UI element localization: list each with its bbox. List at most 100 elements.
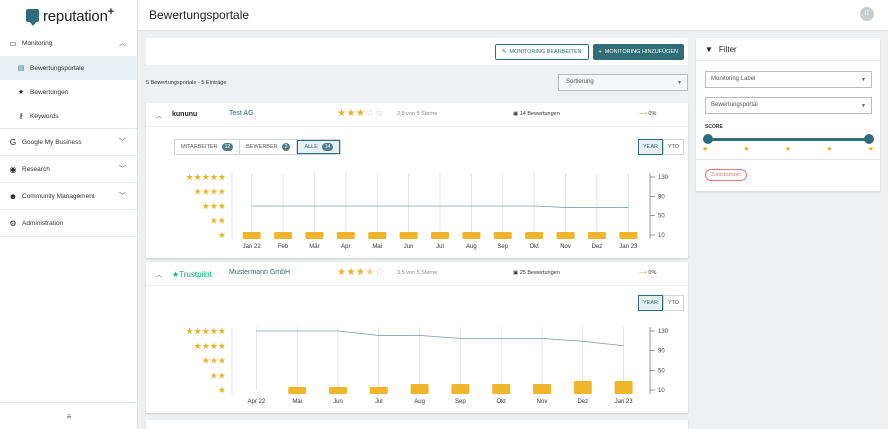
tab-count: 2 [281, 143, 291, 151]
bar [492, 384, 511, 394]
divider [696, 159, 880, 160]
chevron-down-icon: ﹀ [119, 193, 126, 200]
x-tick-label: Dez [577, 399, 588, 405]
y-tick-label: 90 [658, 349, 665, 355]
star-level-label: ★★ [210, 371, 226, 381]
sort-select-value: Sortierung [566, 79, 594, 85]
range-ytd-button[interactable]: YTD [663, 139, 684, 155]
trend: ⟶ 0% [639, 111, 656, 117]
x-tick-label: Aug [466, 244, 477, 250]
chevron-up-icon: ︿ [119, 40, 126, 47]
bar [619, 232, 638, 239]
x-tick-label: Jan 22 [243, 244, 262, 250]
bar [274, 232, 293, 239]
filter-title: Filter [718, 44, 737, 54]
card-header[interactable]: ︿ kununu Test AG ★★★☆☆ 2,8 von 5 Sterne … [146, 103, 688, 127]
portal-card-trustpilot: ︿ ★Trustpilot Mustermann GmbH ★★★★☆ 3,5 … [146, 262, 688, 413]
sidebar-item-label: Administration [22, 219, 64, 227]
portal-icon: ▤ [17, 65, 25, 72]
sidebar-item-research[interactable]: ◉ Research ﹀ [0, 156, 137, 182]
tab-alle[interactable]: ALLE 14 [297, 140, 341, 154]
portal-select-placeholder: Bewertungsportal [711, 102, 758, 108]
rating-chart-trustpilot: ★★★★★★★★★★★★★★★130905010Apr 22 Mai Jun Jul A… [186, 327, 669, 405]
sidebar-item-bewertungsportale[interactable]: ▤ Bewertungsportale [0, 56, 137, 80]
logo[interactable]: reputation+ [0, 0, 137, 30]
star-icon: ★ [784, 146, 792, 153]
x-tick-label: Jul [375, 399, 383, 405]
chevron-up-icon[interactable]: ︿ [156, 270, 162, 279]
brand-logo-kununu: kununu [172, 111, 198, 118]
x-tick-label: Mai [372, 244, 382, 250]
star-level-label: ★ [218, 386, 226, 396]
star-icon: ★ [743, 146, 750, 153]
star-level-label: ★★★★★ [186, 327, 226, 337]
x-tick-label: Sep [497, 244, 508, 250]
filter-header: ▼ Filter [696, 38, 880, 61]
company-link[interactable]: Test AG [229, 110, 254, 117]
trend-value: 0% [648, 270, 657, 276]
bar [288, 387, 307, 394]
toolbar: ✎ MONITORING BEARBEITEN + MONITORING HIN… [146, 38, 688, 65]
bar [614, 381, 633, 394]
score-slider-track[interactable] [707, 138, 869, 141]
y-tick-label: 10 [658, 233, 665, 239]
trend: ⟶ 0% [639, 270, 656, 276]
sidebar-collapse-button[interactable]: ≡ [0, 402, 138, 429]
reviews-label: 25 Bewertungen [519, 270, 560, 276]
logo-text: reputation [43, 7, 108, 25]
monitoring-label-select[interactable]: Monitoring Label ▼ [705, 71, 872, 88]
trend-arrow-icon: ⟶ [639, 111, 649, 117]
y-tick-label: 10 [658, 388, 665, 394]
range-ytd-button[interactable]: YTD [663, 295, 684, 311]
chevron-down-icon: ﹀ [119, 139, 126, 146]
bar [242, 232, 261, 239]
tab-count: 12 [221, 143, 234, 151]
sidebar-item-community-management[interactable]: ☻ Community Management ﹀ [0, 183, 137, 209]
x-tick-label: Nov [537, 399, 548, 405]
x-tick-label: Jun [333, 399, 343, 405]
page-title: Bewertungsportale [149, 8, 250, 22]
star-level-label: ★★ [210, 217, 226, 227]
gear-icon: ⚙ [9, 218, 17, 228]
portal-card-partial [146, 420, 688, 429]
range-toggle: YEAR YTD [638, 295, 684, 311]
sidebar-item-label: Google My Business [22, 138, 82, 146]
sidebar-item-monitoring[interactable]: ▭ Monitoring ︿ [0, 30, 137, 56]
score-slider-min-handle[interactable] [703, 134, 713, 144]
bar [525, 232, 544, 239]
google-icon: G [9, 137, 17, 147]
tab-mitarbeiter[interactable]: MITARBEITER 12 [175, 140, 241, 154]
trend-value: 0% [648, 111, 657, 117]
score-slider-max-handle[interactable] [864, 134, 874, 144]
range-year-button[interactable]: YEAR [638, 295, 663, 311]
x-tick-label: Apr 22 [248, 399, 266, 405]
range-year-button[interactable]: YEAR [638, 139, 663, 155]
sidebar: reputation+ ▭ Monitoring ︿ ▤ Bewertungsp… [0, 0, 138, 429]
x-tick-label: Dez [592, 244, 603, 250]
reset-button[interactable]: Zurücksetzen [705, 169, 748, 181]
star-level-label: ★★★ [202, 357, 226, 367]
sidebar-item-keywords[interactable]: ⚷ Keywords [0, 104, 137, 128]
sidebar-item-label: Community Management [22, 192, 95, 200]
x-tick-label: Okt [497, 399, 507, 405]
y-tick-label: 50 [658, 368, 665, 374]
sidebar-item-administration[interactable]: ⚙ Administration [0, 210, 137, 236]
filter-icon: ▼ [705, 44, 713, 54]
avatar[interactable]: IT [860, 7, 874, 21]
star-icon: ★ [702, 146, 709, 153]
edit-monitoring-button[interactable]: ✎ MONITORING BEARBEITEN [494, 43, 589, 60]
bar [336, 232, 355, 239]
sidebar-item-bewertungen[interactable]: ★ Bewertungen [0, 80, 137, 104]
x-tick-label: Jan 23 [615, 399, 634, 405]
add-monitoring-button[interactable]: + MONITORING HINZUFÜGEN [592, 43, 684, 60]
star-level-label: ★★★ [202, 202, 226, 212]
x-tick-label: Sep [455, 399, 466, 405]
portal-select[interactable]: Bewertungsportal ▼ [705, 97, 872, 114]
chevron-up-icon[interactable]: ︿ [156, 111, 162, 120]
company-link[interactable]: Mustermann GmbH [229, 269, 290, 276]
sidebar-item-google-my-business[interactable]: G Google My Business ﹀ [0, 129, 137, 155]
tab-bewerber[interactable]: BEWERBER 2 [240, 140, 298, 154]
y-tick-label: 50 [658, 214, 665, 220]
card-header[interactable]: ︿ ★Trustpilot Mustermann GmbH ★★★★☆ 3,5 … [146, 262, 688, 286]
sort-select[interactable]: Sortierung ▼ [558, 74, 688, 91]
